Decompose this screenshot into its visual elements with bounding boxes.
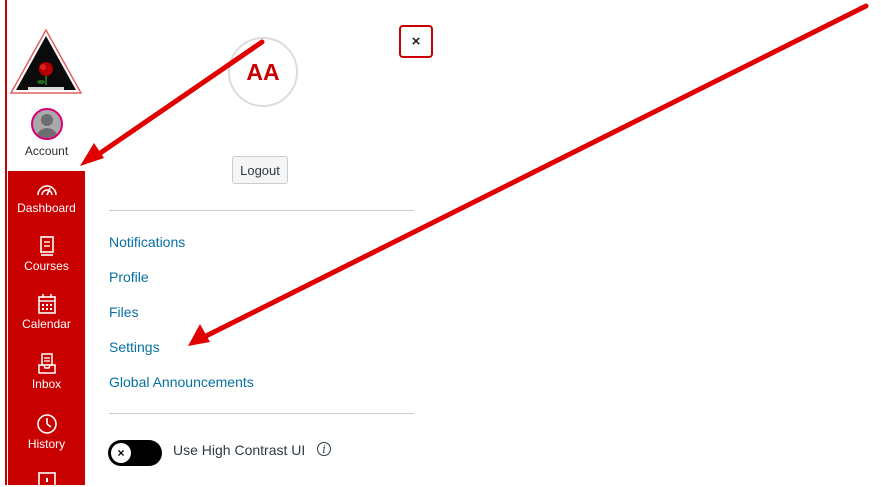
avatar-head xyxy=(40,114,53,126)
nav-item-calendar[interactable]: Calendar xyxy=(8,293,85,331)
nav-item-history[interactable]: History xyxy=(8,413,85,451)
nav-account[interactable]: Account xyxy=(8,100,85,170)
link-global-announcements[interactable]: Global Announcements xyxy=(109,374,254,390)
high-contrast-toggle[interactable]: × xyxy=(108,440,162,466)
institution-logo-graphic xyxy=(9,28,83,94)
nav-item-label: Dashboard xyxy=(17,201,76,215)
history-icon xyxy=(36,414,57,434)
high-contrast-label: Use High Contrast UI xyxy=(173,442,306,458)
link-profile[interactable]: Profile xyxy=(109,269,149,285)
institution-logo[interactable] xyxy=(8,27,84,97)
dashboard-icon xyxy=(36,185,57,196)
courses-icon xyxy=(39,236,54,256)
calendar-icon xyxy=(37,294,56,314)
user-avatar-initials: AA xyxy=(246,58,280,85)
toggle-knob: × xyxy=(111,443,131,463)
link-notifications[interactable]: Notifications xyxy=(109,234,185,250)
nav-item-label: Calendar xyxy=(22,317,71,331)
toggle-off-icon: × xyxy=(117,446,125,460)
info-icon[interactable]: i xyxy=(317,442,331,456)
close-icon: × xyxy=(411,33,421,50)
account-avatar xyxy=(30,108,63,140)
divider-top xyxy=(109,210,414,211)
link-settings[interactable]: Settings xyxy=(109,339,160,355)
nav-account-label: Account xyxy=(24,144,69,158)
inbox-icon xyxy=(37,353,56,374)
avatar-body xyxy=(35,128,58,138)
logout-button[interactable]: Logout xyxy=(232,156,288,184)
nav-item-label: Inbox xyxy=(31,377,62,391)
nav-item-courses[interactable]: Courses xyxy=(8,235,85,273)
global-nav: Account Dashboard Courses Calendar Inbox… xyxy=(0,0,85,487)
nav-menu: Dashboard Courses Calendar Inbox History xyxy=(8,171,85,487)
close-tray-button[interactable]: × xyxy=(399,25,433,58)
nav-edge xyxy=(5,0,7,485)
nav-item-label: History xyxy=(27,437,66,451)
user-avatar: AA xyxy=(228,37,298,107)
link-files[interactable]: Files xyxy=(109,304,139,320)
nav-item-dashboard[interactable]: Dashboard xyxy=(8,179,85,215)
nav-item-inbox[interactable]: Inbox xyxy=(8,353,85,391)
divider-bottom xyxy=(109,413,414,414)
nav-item-label: Courses xyxy=(24,259,69,273)
